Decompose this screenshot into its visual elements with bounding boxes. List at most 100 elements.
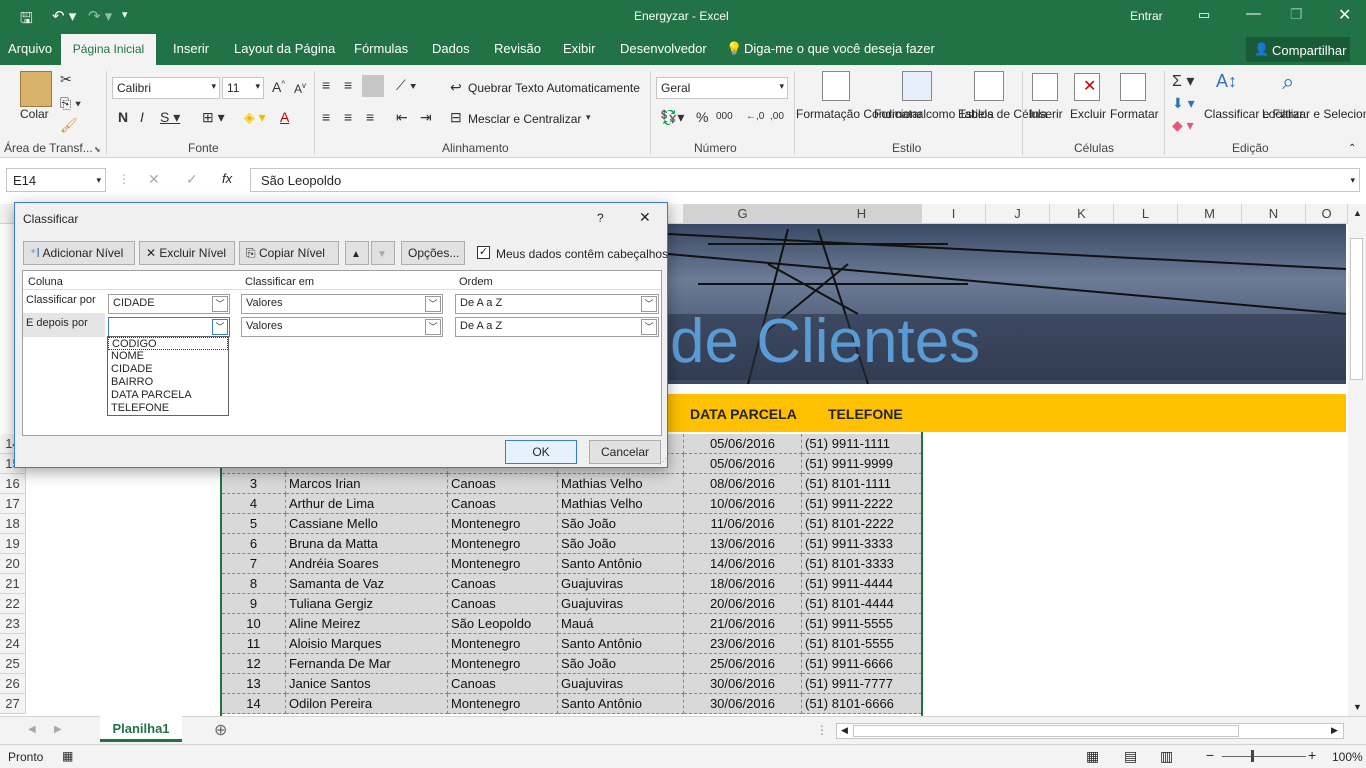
table-cell-phone[interactable]: (51) 8101-3333	[802, 554, 922, 574]
table-cell-city[interactable]: Montenegro	[448, 654, 558, 674]
tab-pagina-inicial[interactable]: Página Inicial	[61, 34, 156, 65]
restore-icon[interactable]: ❐	[1290, 6, 1303, 23]
level1-column-select[interactable]: CIDADE ﹀	[108, 294, 230, 314]
column-header-m[interactable]: M	[1178, 204, 1242, 224]
table-cell-district[interactable]: São João	[558, 654, 684, 674]
row-header[interactable]: 22	[0, 594, 26, 614]
table-cell-date[interactable]: 25/06/2016	[684, 654, 802, 674]
tab-desenvolvedor[interactable]: Desenvolvedor	[620, 41, 707, 56]
orientation-icon[interactable]: ⟋ ▾	[396, 77, 417, 94]
font-name-box[interactable]: Calibri ▾	[112, 77, 220, 99]
tab-layout[interactable]: Layout da Página	[234, 41, 335, 56]
align-right-icon[interactable]: ≡	[366, 109, 374, 125]
table-cell-name[interactable]: Aline Meirez	[286, 614, 448, 634]
delete-level-button[interactable]: ✕ Excluir Nível	[139, 241, 235, 265]
resize-grip-icon[interactable]: ⋰	[659, 457, 667, 466]
table-cell-district[interactable]: São João	[558, 534, 684, 554]
table-cell-code[interactable]: 11	[222, 634, 286, 654]
help-button[interactable]: ?	[597, 211, 604, 225]
comma-icon[interactable]: 000	[716, 111, 733, 122]
table-cell-phone[interactable]: (51) 9911-1111	[802, 434, 922, 454]
table-cell-date[interactable]: 10/06/2016	[684, 494, 802, 514]
increase-indent-icon[interactable]: ⇥	[420, 109, 432, 126]
table-cell-city[interactable]: Canoas	[448, 494, 558, 514]
percent-icon[interactable]: %	[696, 109, 708, 125]
column-header-o[interactable]: O	[1306, 204, 1348, 224]
row-header[interactable]: 23	[0, 614, 26, 634]
shrink-font-icon[interactable]: Av	[294, 81, 306, 96]
paste-label[interactable]: Colar	[20, 107, 49, 121]
table-cell-name[interactable]: Aloisio Marques	[286, 634, 448, 654]
customize-qat-icon[interactable]: ▾	[122, 8, 128, 21]
tab-inserir[interactable]: Inserir	[173, 41, 209, 56]
horizontal-scrollbar[interactable]: ◀ ▶	[836, 723, 1344, 739]
ok-button[interactable]: OK	[505, 440, 577, 464]
table-cell-city[interactable]: Montenegro	[448, 514, 558, 534]
table-cell-date[interactable]: 30/06/2016	[684, 674, 802, 694]
table-cell-phone[interactable]: (51) 8101-5555	[802, 634, 922, 654]
column-header-g[interactable]: G	[684, 204, 802, 224]
table-cell-name[interactable]: Samanta de Vaz	[286, 574, 448, 594]
tab-exibir[interactable]: Exibir	[563, 41, 596, 56]
tab-dados[interactable]: Dados	[432, 41, 470, 56]
table-cell-date[interactable]: 05/06/2016	[684, 454, 802, 474]
table-cell-date[interactable]: 14/06/2016	[684, 554, 802, 574]
row-header[interactable]: 16	[0, 474, 26, 494]
fill-icon[interactable]: ⬇ ▾	[1172, 95, 1195, 112]
table-cell-phone[interactable]: (51) 9911-7777	[802, 674, 922, 694]
macro-record-icon[interactable]: ▦	[62, 749, 73, 763]
level2-sort-on-select[interactable]: Valores ﹀	[241, 317, 443, 337]
font-size-box[interactable]: 11 ▾	[222, 77, 264, 99]
close-icon[interactable]: ✕	[1338, 5, 1351, 25]
decrease-decimal-icon[interactable]: ,00	[770, 111, 784, 122]
table-cell-code[interactable]: 10	[222, 614, 286, 634]
normal-view-icon[interactable]: ▦	[1086, 748, 1099, 765]
prev-sheet-icon[interactable]: ◀	[28, 724, 36, 735]
table-cell-district[interactable]: Santo Antônio	[558, 554, 684, 574]
table-cell-date[interactable]: 13/06/2016	[684, 534, 802, 554]
number-format-box[interactable]: Geral ▾	[656, 77, 788, 99]
table-cell-district[interactable]: Mathias Velho	[558, 494, 684, 514]
decrease-indent-icon[interactable]: ⇤	[396, 109, 408, 126]
scroll-down-icon[interactable]: ▼	[1353, 702, 1362, 712]
level2-column-select[interactable]: ﹀	[108, 317, 230, 337]
table-cell-date[interactable]: 23/06/2016	[684, 634, 802, 654]
table-cell-code[interactable]: 9	[222, 594, 286, 614]
cancel-button[interactable]: Cancelar	[589, 440, 661, 464]
level2-order-select[interactable]: De A a Z ﹀	[455, 317, 659, 337]
dropdown-option[interactable]: DATA PARCELA	[108, 389, 228, 402]
table-cell-district[interactable]: Mathias Velho	[558, 474, 684, 494]
table-cell-code[interactable]: 5	[222, 514, 286, 534]
row-header[interactable]: 21	[0, 574, 26, 594]
formula-input[interactable]: São Leopoldo ▾	[250, 168, 1360, 192]
insert-button[interactable]: Inserir	[1026, 107, 1066, 121]
copy-icon[interactable]: ⎘ ▾	[60, 95, 81, 112]
dropdown-option[interactable]: TELEFONE	[108, 402, 228, 415]
table-cell-code[interactable]: 8	[222, 574, 286, 594]
align-top-icon[interactable]: ≡	[322, 77, 330, 93]
borders-icon[interactable]: ⊞ ▾	[202, 109, 225, 126]
table-cell-phone[interactable]: (51) 9911-3333	[802, 534, 922, 554]
zoom-out-icon[interactable]: −	[1206, 747, 1214, 763]
table-cell-city[interactable]: Canoas	[448, 674, 558, 694]
table-cell-phone[interactable]: (51) 9911-4444	[802, 574, 922, 594]
table-cell-date[interactable]: 20/06/2016	[684, 594, 802, 614]
autosum-icon[interactable]: Σ ▾	[1172, 71, 1194, 91]
table-cell-code[interactable]: 3	[222, 474, 286, 494]
table-cell-code[interactable]: 6	[222, 534, 286, 554]
table-cell-name[interactable]: Fernanda De Mar	[286, 654, 448, 674]
align-middle-icon[interactable]: ≡	[344, 77, 352, 93]
table-cell-date[interactable]: 30/06/2016	[684, 694, 802, 714]
name-box[interactable]: E14 ▾	[6, 168, 106, 192]
align-center-icon[interactable]: ≡	[344, 109, 352, 125]
copy-level-button[interactable]: ⎘ Copiar Nível	[239, 241, 339, 265]
currency-icon[interactable]: 💱▾	[660, 109, 684, 126]
table-cell-date[interactable]: 05/06/2016	[684, 434, 802, 454]
wrap-text-icon[interactable]: ↩	[450, 79, 462, 96]
table-cell-city[interactable]: Montenegro	[448, 554, 558, 574]
minimize-icon[interactable]: —	[1246, 5, 1261, 22]
table-cell-district[interactable]: Mauá	[558, 614, 684, 634]
scroll-left-icon[interactable]: ◀	[841, 725, 848, 736]
cut-icon[interactable]: ✂	[60, 71, 72, 88]
cancel-icon[interactable]: ✕	[148, 171, 160, 188]
